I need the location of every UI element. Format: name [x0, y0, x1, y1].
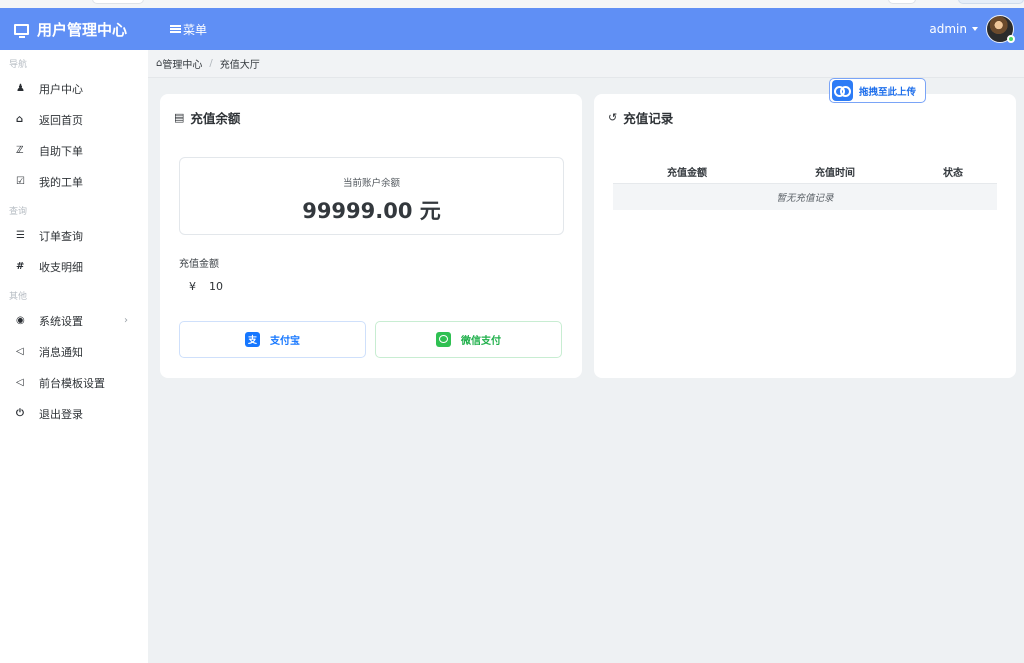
- money-icon: ▤: [174, 111, 185, 124]
- sidebar-section-title: 导航: [9, 60, 28, 70]
- sidebar-item-label: 系统设置: [39, 314, 83, 328]
- chevron-right-icon: ›: [124, 315, 128, 326]
- sidebar-item-notifications[interactable]: ◁ 消息通知: [0, 336, 148, 367]
- power-icon: ⏻: [16, 408, 24, 419]
- records-card-title: ↺ 充值记录: [608, 108, 673, 127]
- amount-value: 10: [209, 279, 223, 293]
- hash-icon: #: [16, 261, 25, 272]
- browser-pill: [888, 0, 916, 4]
- sidebar-item-label: 退出登录: [39, 407, 83, 421]
- column-header-amount: 充值金额: [667, 168, 707, 179]
- user-menu[interactable]: admin: [929, 8, 1015, 50]
- sidebar-item-label: 消息通知: [39, 345, 83, 359]
- records-table: 充值金额 充值时间 状态 暂无充值记录: [613, 160, 997, 210]
- recharge-card: ▤ 充值余额 当前账户余额 99999.00 元 充值金额 ¥ 10 支 支付宝…: [160, 94, 582, 378]
- sidebar-item-system-settings[interactable]: ◉ 系统设置 ›: [0, 305, 148, 336]
- column-header-status: 状态: [943, 168, 963, 179]
- wechat-icon: [436, 332, 451, 347]
- top-navbar: 用户管理中心 菜单 admin: [0, 8, 1024, 50]
- sidebar-item-tickets[interactable]: ☑ 我的工单: [0, 166, 148, 197]
- sidebar-item-logout[interactable]: ⏻ 退出登录: [0, 398, 148, 429]
- sidebar-item-label: 前台模板设置: [39, 376, 105, 390]
- user-icon: ♟: [16, 83, 25, 94]
- browser-pill: [958, 0, 1024, 4]
- hamburger-icon: [170, 25, 181, 33]
- ticket-icon: ☑: [16, 176, 25, 187]
- avatar[interactable]: [986, 15, 1015, 43]
- drag-upload-badge[interactable]: 拖拽至此上传: [829, 78, 926, 103]
- sidebar-item-user-center[interactable]: ♟ 用户中心: [0, 73, 148, 104]
- column-header-time: 充值时间: [815, 168, 855, 179]
- sidebar-item-self-order[interactable]: ℤ 自助下单: [0, 135, 148, 166]
- main-content: ⌂ 管理中心 / 充值大厅 ▤ 充值余额 当前账户余额 99999.00 元 充…: [148, 50, 1024, 663]
- sidebar-item-label: 我的工单: [39, 175, 83, 189]
- brand[interactable]: 用户管理中心: [0, 8, 148, 50]
- currency-symbol: ¥: [189, 279, 196, 293]
- megaphone-icon: ◁: [16, 377, 24, 388]
- cart-icon: ℤ: [16, 145, 24, 156]
- online-status-icon: [1007, 35, 1015, 43]
- sidebar-section-title: 查询: [9, 207, 28, 217]
- home-icon: ⌂: [16, 114, 24, 125]
- breadcrumb-home[interactable]: 管理中心: [162, 56, 202, 71]
- recharge-card-title: ▤ 充值余额: [174, 108, 240, 127]
- wechat-pay-button[interactable]: 微信支付: [375, 321, 562, 358]
- browser-strip: [0, 0, 1024, 8]
- records-table-header: 充值金额 充值时间 状态: [613, 160, 997, 184]
- history-icon: ↺: [608, 111, 618, 124]
- balance-value: 99999.00 元: [302, 199, 441, 223]
- sidebar-section-title: 其他: [9, 292, 28, 302]
- sidebar-item-label: 用户中心: [39, 82, 83, 96]
- settings-icon: ◉: [16, 315, 25, 326]
- amount-label: 充值金额: [179, 259, 219, 270]
- menu-label: 菜单: [183, 22, 208, 37]
- wechat-label: 微信支付: [461, 336, 501, 347]
- sidebar-item-template-settings[interactable]: ◁ 前台模板设置: [0, 367, 148, 398]
- recharge-records-card: ↺ 充值记录 充值金额 充值时间 状态 暂无充值记录: [594, 94, 1016, 378]
- amount-input[interactable]: ¥ 10: [179, 275, 379, 297]
- alipay-label: 支付宝: [270, 336, 300, 347]
- balance-label: 当前账户余额: [342, 178, 400, 189]
- sidebar-item-order-query[interactable]: ☰ 订单查询: [0, 220, 148, 251]
- sidebar-item-home[interactable]: ⌂ 返回首页: [0, 104, 148, 135]
- sidebar-item-transactions[interactable]: # 收支明细: [0, 251, 148, 282]
- sidebar-item-label: 自助下单: [39, 144, 83, 158]
- sidebar-item-label: 返回首页: [39, 113, 83, 127]
- breadcrumb: ⌂ 管理中心 / 充值大厅: [148, 50, 1024, 78]
- records-title: 充值记录: [623, 111, 674, 126]
- menu-toggle-button[interactable]: 菜单: [170, 8, 207, 50]
- records-empty-row: 暂无充值记录: [613, 184, 997, 210]
- recharge-title: 充值余额: [190, 111, 241, 126]
- monitor-icon: [14, 23, 29, 38]
- sidebar-item-label: 收支明细: [39, 260, 83, 274]
- breadcrumb-current: 充值大厅: [219, 60, 260, 71]
- balance-box: 当前账户余额 99999.00 元: [179, 157, 564, 235]
- sidebar: 导航 ♟ 用户中心 ⌂ 返回首页 ℤ 自助下单 ☑ 我的工单 查询 ☰ 订单查询…: [0, 50, 148, 663]
- alipay-button[interactable]: 支 支付宝: [179, 321, 366, 358]
- brand-title: 用户管理中心: [37, 20, 128, 39]
- list-icon: ☰: [16, 230, 25, 241]
- megaphone-icon: ◁: [16, 346, 24, 357]
- browser-pill: [92, 0, 144, 4]
- alipay-icon: 支: [245, 332, 260, 347]
- caret-down-icon: [972, 27, 978, 31]
- breadcrumb-separator: /: [209, 58, 213, 69]
- upload-label: 拖拽至此上传: [859, 86, 917, 98]
- cloud-link-icon: [832, 80, 853, 101]
- sidebar-item-label: 订单查询: [39, 229, 83, 243]
- username: admin: [929, 22, 967, 36]
